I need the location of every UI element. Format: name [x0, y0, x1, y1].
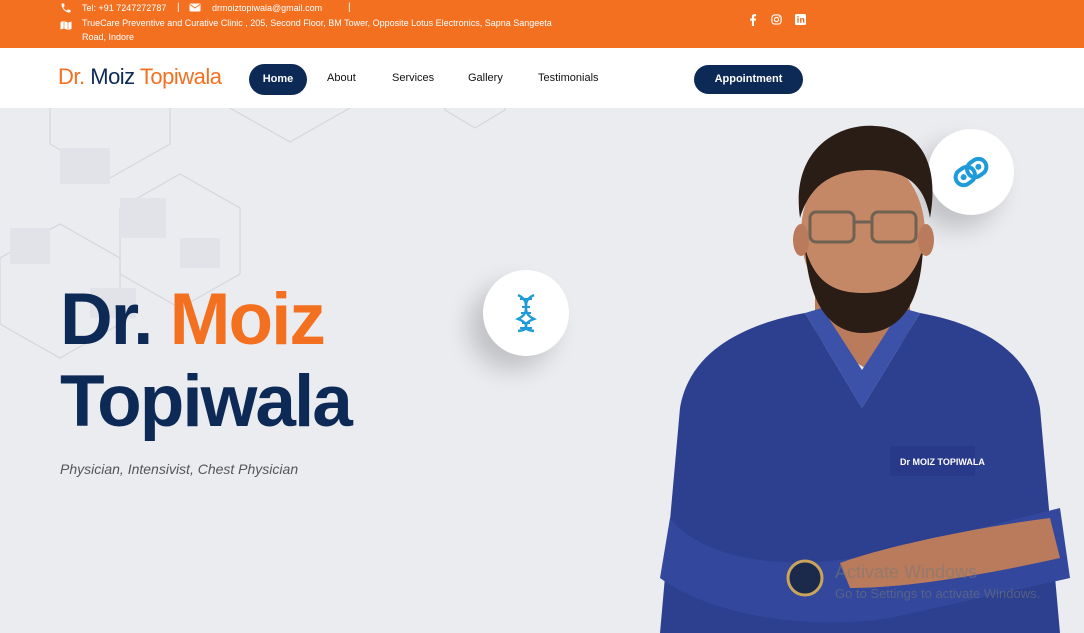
activate-windows-watermark: Activate Windows Go to Settings to activ… [835, 562, 1040, 601]
phone-icon [60, 2, 72, 16]
hero-title-line2: Topiwala [60, 361, 353, 442]
watermark-title: Activate Windows [835, 562, 978, 582]
map-icon [60, 20, 72, 33]
logo-first-name: Moiz [84, 64, 140, 89]
email-link[interactable]: drmoiztopiwala@gmail.com [212, 3, 322, 13]
nav-home[interactable]: Home [249, 64, 307, 95]
clinic-address: TrueCare Preventive and Curative Clinic … [82, 18, 552, 42]
logo-prefix: Dr. [58, 64, 85, 89]
nav-testimonials[interactable]: Testimonials [538, 72, 599, 84]
dna-badge [483, 270, 569, 356]
appointment-button[interactable]: Appointment [694, 65, 803, 94]
main-navbar: Dr. Moiz Topiwala Home About Services Ga… [0, 48, 1084, 108]
hero-title-dr: Dr. [60, 279, 170, 360]
phone-number[interactable]: Tel: +91 7247272787 [82, 3, 166, 13]
nav-gallery[interactable]: Gallery [468, 72, 503, 84]
scrub-label: Dr MOIZ TOPIWALA [900, 457, 985, 467]
logo-last-name: Topiwala [139, 64, 222, 89]
nav-about[interactable]: About [327, 72, 356, 84]
hero-section: Dr. Moiz Topiwala Physician, Intensivist… [0, 108, 1084, 633]
facebook-icon[interactable] [749, 14, 757, 26]
linkedin-icon[interactable] [795, 14, 806, 25]
separator: | [177, 2, 180, 13]
separator: | [348, 2, 351, 13]
watermark-subtitle: Go to Settings to activate Windows. [835, 586, 1041, 601]
instagram-icon[interactable] [771, 14, 782, 25]
hero-subtitle: Physician, Intensivist, Chest Physician [60, 461, 299, 477]
nav-services[interactable]: Services [392, 72, 434, 84]
hero-title-line1: Dr. Moiz [60, 279, 326, 360]
dna-icon [515, 293, 537, 333]
doctor-portrait: Dr MOIZ TOPIWALA [660, 125, 1070, 633]
top-contact-bar: Tel: +91 7247272787 | drmoiztopiwala@gma… [0, 0, 1084, 48]
mail-icon [189, 2, 201, 15]
site-logo[interactable]: Dr. Moiz Topiwala [58, 64, 222, 90]
hero-title-moiz: Moiz [169, 279, 326, 360]
